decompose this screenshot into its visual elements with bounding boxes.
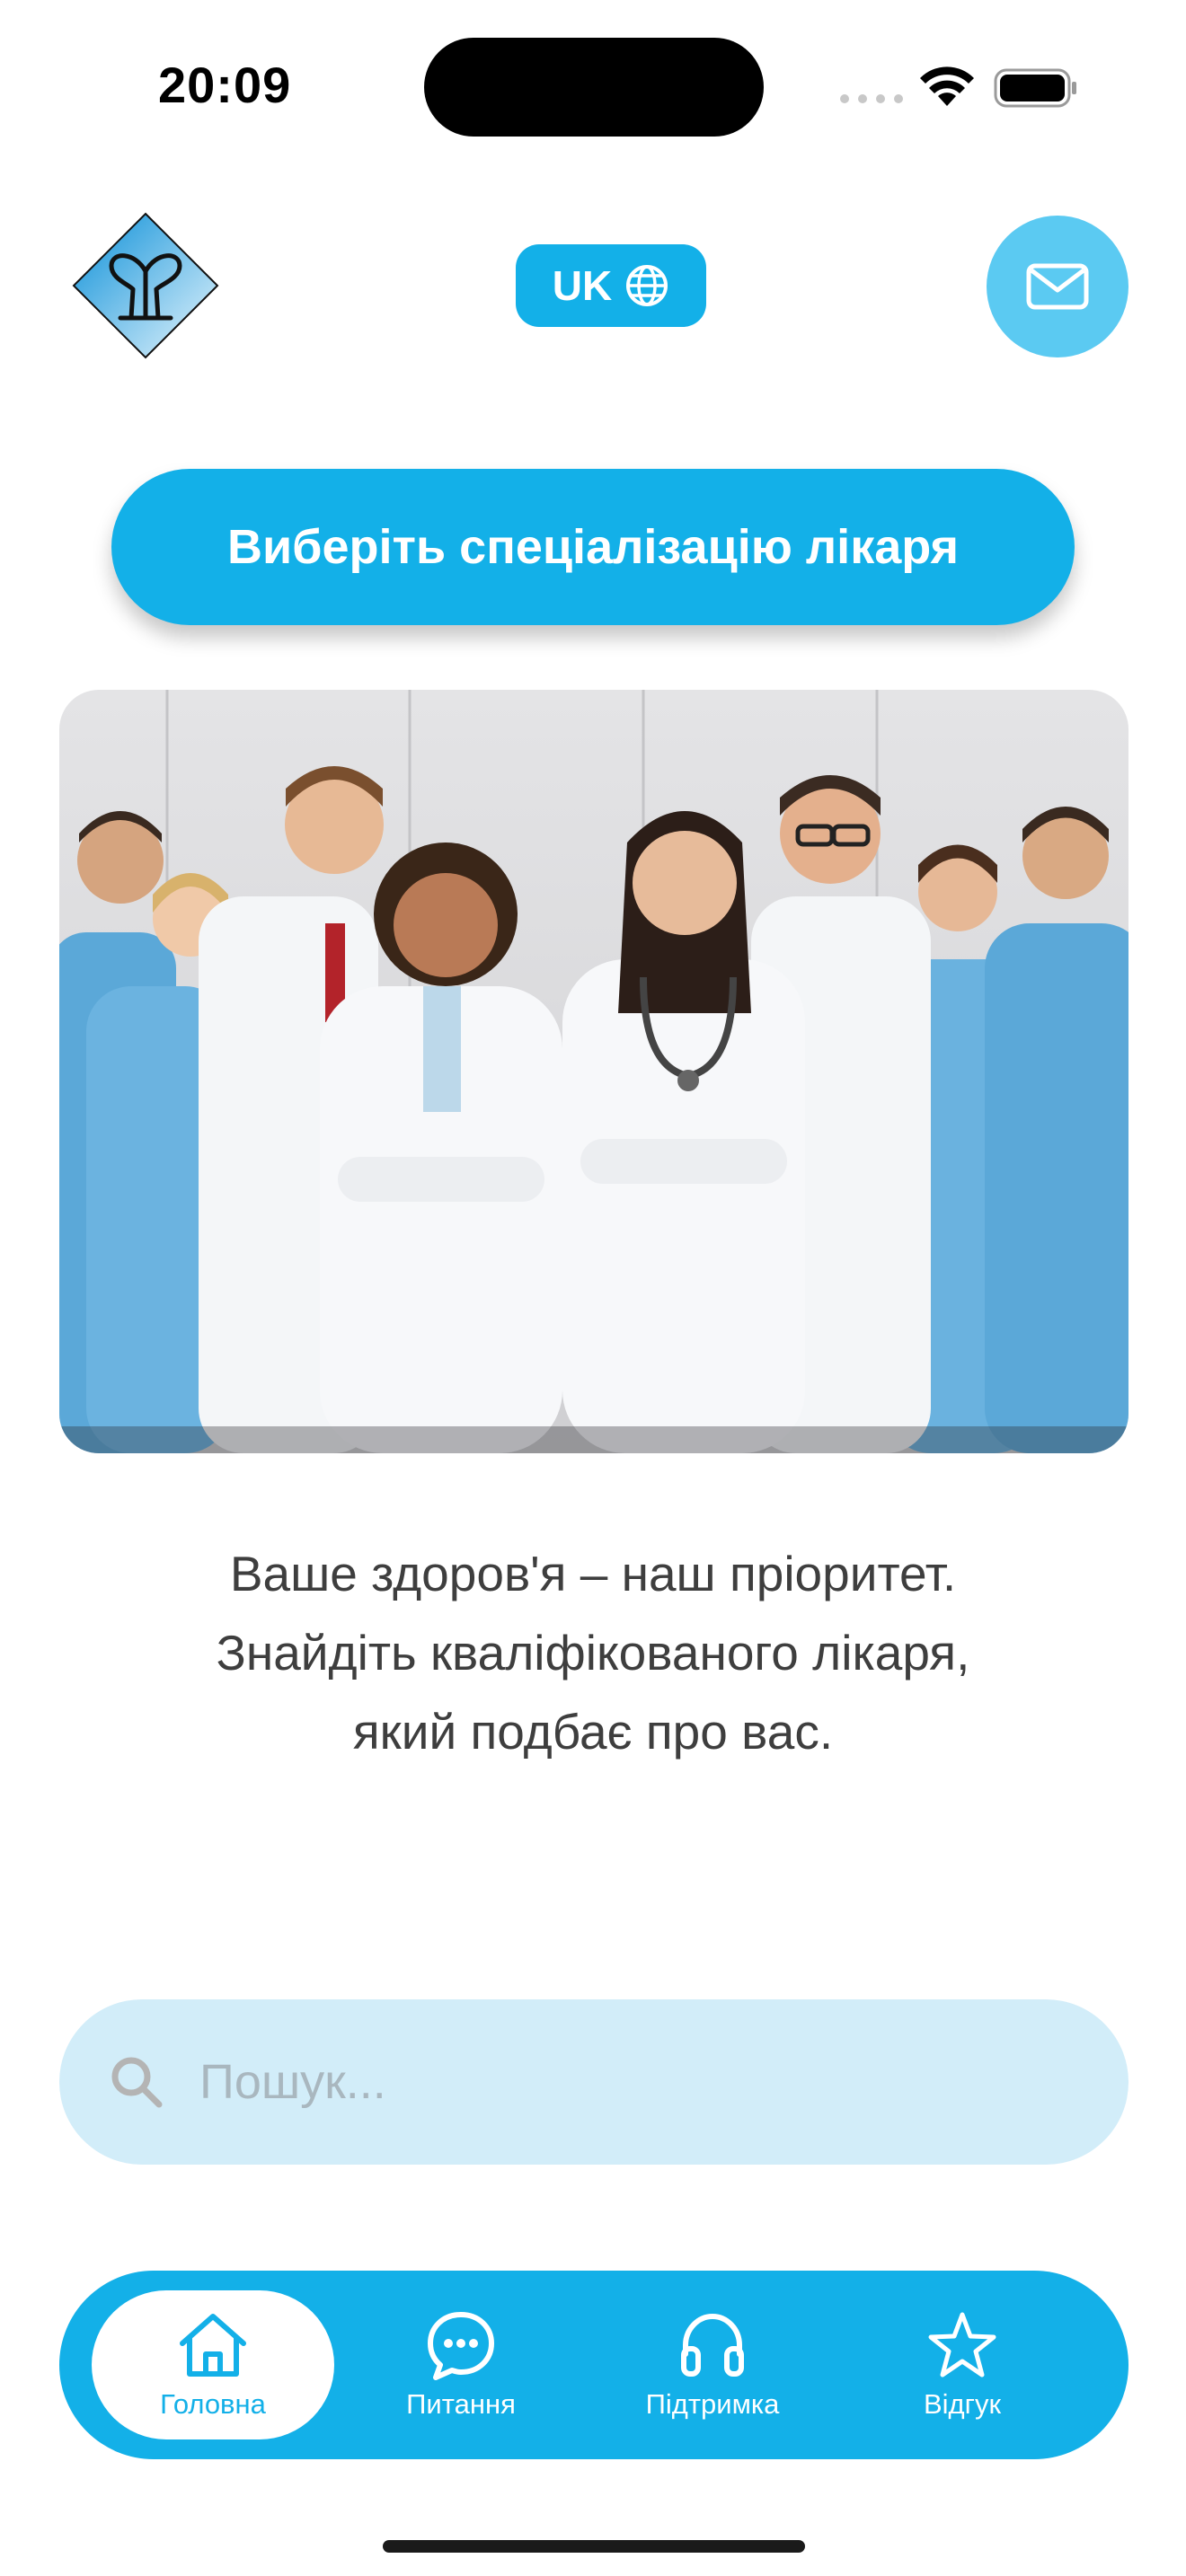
- search-placeholder: Пошук...: [199, 2055, 386, 2109]
- tab-questions[interactable]: Питання: [340, 2271, 582, 2459]
- envelope-icon: [1026, 263, 1089, 310]
- tab-support-label: Підтримка: [645, 2388, 780, 2420]
- home-indicator[interactable]: [383, 2540, 805, 2553]
- tab-feedback-label: Відгук: [923, 2388, 1002, 2420]
- doctors-team-photo: [59, 690, 1128, 1453]
- headphones-icon: [681, 2313, 744, 2377]
- doctors-team-illustration: [59, 690, 1128, 1453]
- tagline: Ваше здоров'я – наш пріоритет. Знайдіть …: [54, 1534, 1132, 1771]
- tagline-line-3: який подбає про вас.: [352, 1704, 834, 1760]
- tab-questions-label: Питання: [406, 2388, 516, 2420]
- search-input[interactable]: Пошук...: [59, 1999, 1128, 2165]
- tab-home[interactable]: Головна: [92, 2290, 334, 2439]
- star-icon: [928, 2312, 996, 2378]
- language-label: UK: [552, 262, 613, 309]
- dynamic-island: [424, 38, 764, 137]
- app-screen: 20:09 UK Виберіть спеціалізацію лікаря В…: [0, 0, 1186, 2576]
- tagline-line-1: Ваше здоров'я – наш пріоритет.: [229, 1546, 957, 1601]
- globe-icon: [626, 265, 668, 306]
- tagline-line-2: Знайдіть кваліфікованого лікаря,: [216, 1625, 970, 1681]
- home-icon: [180, 2314, 246, 2377]
- tab-feedback[interactable]: Відгук: [841, 2271, 1084, 2459]
- mail-button[interactable]: [987, 216, 1128, 357]
- chat-bubble-icon: [428, 2312, 494, 2380]
- tab-home-label: Головна: [160, 2388, 266, 2420]
- tab-support[interactable]: Підтримка: [591, 2271, 834, 2459]
- status-time: 20:09: [158, 57, 292, 113]
- bottom-tab-bar: Головна Питання Підтримка Відгук: [59, 2271, 1128, 2459]
- language-selector-button[interactable]: UK: [516, 244, 706, 327]
- search-icon: [111, 2057, 163, 2108]
- wifi-icon: [920, 66, 974, 106]
- cellular-signal-icon: [840, 94, 903, 103]
- choose-specialization-button[interactable]: Виберіть спеціалізацію лікаря: [111, 469, 1075, 625]
- battery-icon: [994, 68, 1076, 108]
- medical-logo-icon[interactable]: [72, 212, 219, 359]
